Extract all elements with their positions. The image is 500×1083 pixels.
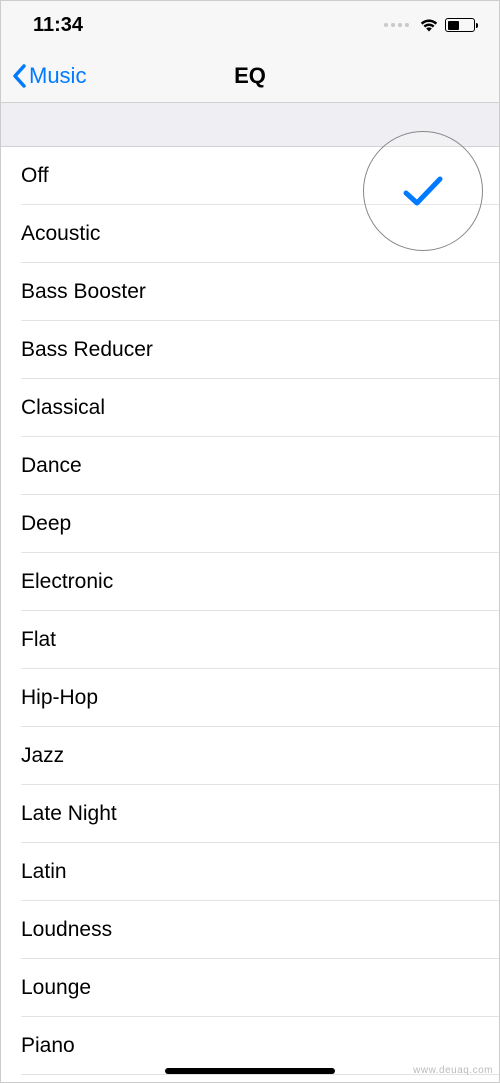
- eq-option-lounge[interactable]: Lounge: [1, 959, 499, 1017]
- eq-option-label: Lounge: [21, 976, 91, 1000]
- eq-option-deep[interactable]: Deep: [1, 495, 499, 553]
- status-indicators: [384, 18, 475, 33]
- eq-option-label: Bass Booster: [21, 280, 146, 304]
- section-header-gap: [1, 103, 499, 147]
- navigation-bar: Music EQ: [1, 49, 499, 103]
- eq-option-loudness[interactable]: Loudness: [1, 901, 499, 959]
- eq-option-electronic[interactable]: Electronic: [1, 553, 499, 611]
- watermark: www.deuaq.com: [413, 1065, 493, 1076]
- battery-icon: [445, 18, 475, 32]
- eq-option-label: Loudness: [21, 918, 112, 942]
- eq-option-classical[interactable]: Classical: [1, 379, 499, 437]
- eq-option-label: Jazz: [21, 744, 64, 768]
- eq-option-label: Off: [21, 164, 49, 188]
- eq-option-label: Flat: [21, 628, 56, 652]
- eq-option-jazz[interactable]: Jazz: [1, 727, 499, 785]
- eq-option-label: Latin: [21, 860, 67, 884]
- home-indicator[interactable]: [165, 1068, 335, 1074]
- eq-option-label: Late Night: [21, 802, 117, 826]
- eq-option-acoustic[interactable]: Acoustic: [1, 205, 499, 263]
- eq-option-label: Electronic: [21, 570, 113, 594]
- cellular-dots-icon: [384, 23, 409, 27]
- page-title: EQ: [234, 63, 266, 89]
- wifi-icon: [419, 18, 439, 33]
- chevron-left-icon: [11, 63, 27, 89]
- eq-option-label: Hip-Hop: [21, 686, 98, 710]
- eq-option-label: Classical: [21, 396, 105, 420]
- status-bar: 11:34: [1, 1, 499, 49]
- eq-option-latin[interactable]: Latin: [1, 843, 499, 901]
- eq-option-bass-reducer[interactable]: Bass Reducer: [1, 321, 499, 379]
- eq-option-label: Deep: [21, 512, 71, 536]
- eq-option-label: Piano: [21, 1034, 75, 1058]
- eq-option-label: Bass Reducer: [21, 338, 153, 362]
- back-button[interactable]: Music: [11, 63, 86, 89]
- eq-option-label: Acoustic: [21, 222, 100, 246]
- eq-list: Off Acoustic Bass Booster Bass Reducer C…: [1, 147, 499, 1075]
- eq-option-dance[interactable]: Dance: [1, 437, 499, 495]
- back-label: Music: [29, 63, 86, 89]
- eq-option-late-night[interactable]: Late Night: [1, 785, 499, 843]
- eq-option-hip-hop[interactable]: Hip-Hop: [1, 669, 499, 727]
- eq-option-bass-booster[interactable]: Bass Booster: [1, 263, 499, 321]
- status-time: 11:34: [33, 14, 83, 37]
- eq-option-label: Dance: [21, 454, 82, 478]
- eq-option-flat[interactable]: Flat: [1, 611, 499, 669]
- eq-option-off[interactable]: Off: [1, 147, 499, 205]
